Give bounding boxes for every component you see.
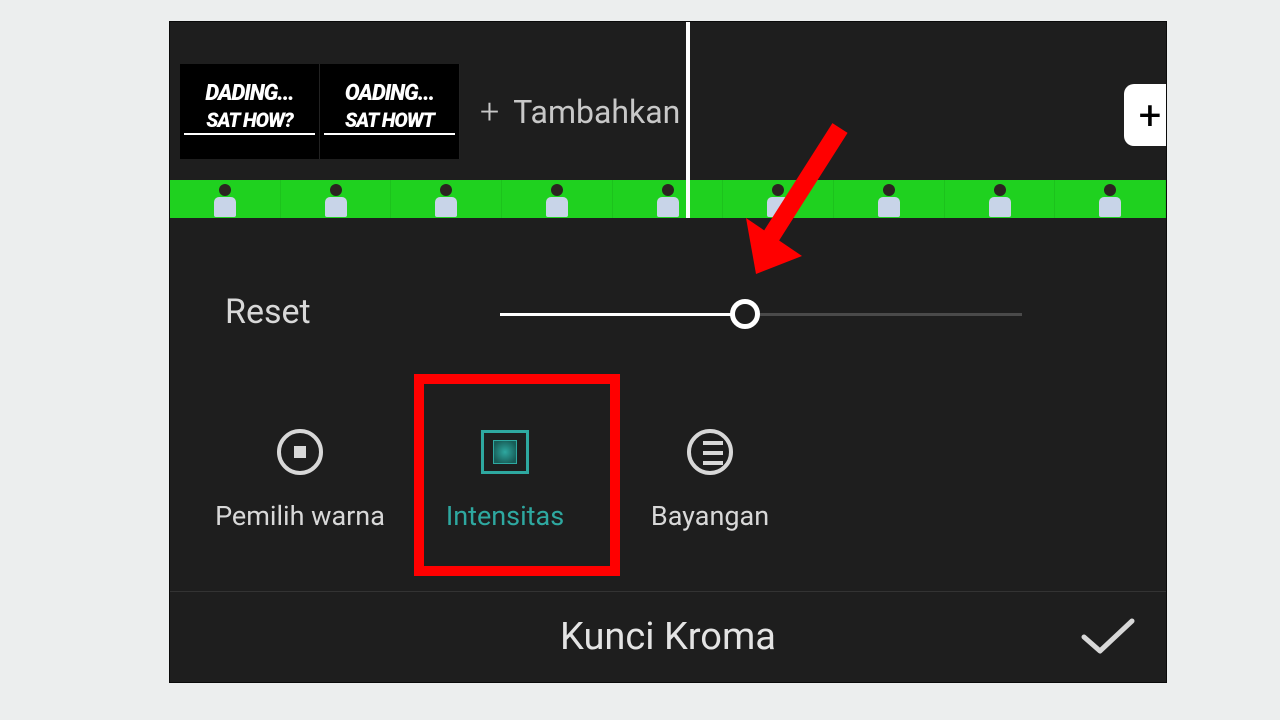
tool-row: Pemilih warna Intensitas Bayangan — [170, 388, 1166, 578]
timeline-top-row: DADING... SAT HOW? OADING... SAT HOWT + … — [170, 22, 1166, 177]
shadow-icon — [687, 429, 733, 475]
clip-thumbnails[interactable]: DADING... SAT HOW? OADING... SAT HOWT — [180, 64, 460, 159]
panel-title: Kunci Kroma — [560, 615, 776, 659]
slider-knob[interactable] — [730, 299, 760, 329]
add-clip-button[interactable]: + Tambahkan — [480, 92, 680, 132]
intensity-slider[interactable] — [500, 313, 1022, 316]
playhead[interactable] — [686, 22, 690, 220]
reset-button[interactable]: Reset — [225, 292, 311, 332]
editor-panel: Reset Pemilih warna Intensitas Bayangan … — [170, 218, 1166, 682]
tool-color-picker[interactable]: Pemilih warna — [200, 388, 400, 578]
timeline-track[interactable] — [170, 180, 1166, 218]
plus-icon: + — [480, 92, 499, 132]
clip-thumb-2[interactable]: OADING... SAT HOWT — [320, 64, 460, 159]
add-clip-label: Tambahkan — [513, 93, 680, 131]
color-picker-icon — [277, 429, 323, 475]
confirm-button[interactable] — [1080, 617, 1136, 657]
tool-intensity[interactable]: Intensitas — [400, 388, 610, 578]
intensity-icon — [481, 430, 529, 474]
tool-shadow[interactable]: Bayangan — [610, 388, 810, 578]
bottom-bar: Kunci Kroma — [170, 591, 1166, 682]
add-button-right[interactable]: + — [1124, 84, 1166, 146]
app-frame: DADING... SAT HOW? OADING... SAT HOWT + … — [170, 22, 1166, 682]
clip-thumb-1[interactable]: DADING... SAT HOW? — [180, 64, 320, 159]
